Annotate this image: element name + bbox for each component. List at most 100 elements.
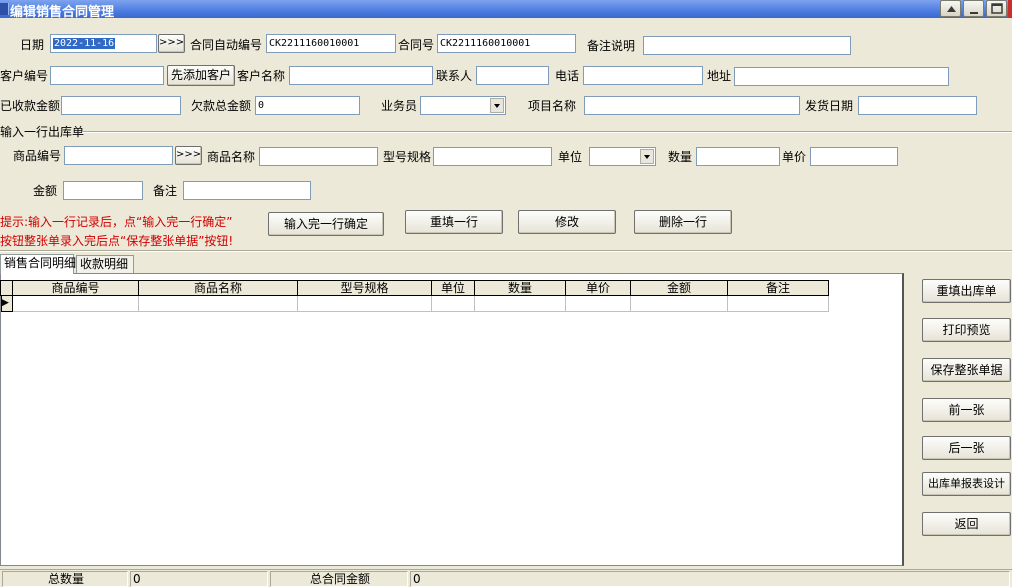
grid-corner <box>0 280 13 296</box>
price-input[interactable] <box>810 147 898 166</box>
maximize-icon <box>991 3 1003 14</box>
address-input[interactable] <box>734 67 949 86</box>
grid-header-product-name[interactable]: 商品名称 <box>139 280 298 296</box>
product-name-input[interactable] <box>259 147 378 166</box>
price-label: 单价 <box>782 150 807 164</box>
tabs-divider <box>0 250 1012 252</box>
tab-payment-detail[interactable]: 收款明细 <box>76 255 134 273</box>
line-entry-section-title: 输入一行出库单 <box>0 125 85 139</box>
close-button-edge[interactable] <box>1008 0 1012 18</box>
add-customer-button[interactable]: 先添加客户 <box>167 65 235 86</box>
save-document-button[interactable]: 保存整张单据 <box>922 358 1011 382</box>
address-label: 地址 <box>707 69 732 83</box>
owed-amount-input[interactable]: 0 <box>255 96 360 115</box>
table-row-cell-amount[interactable] <box>631 296 728 312</box>
table-row-cell-product-no[interactable] <box>13 296 139 312</box>
salesman-select[interactable] <box>420 96 506 115</box>
grid-header-product-no[interactable]: 商品编号 <box>13 280 139 296</box>
delete-row-button[interactable]: 删除一行 <box>634 210 732 234</box>
ship-date-label: 发货日期 <box>805 99 854 113</box>
return-button[interactable]: 返回 <box>922 512 1011 536</box>
contact-input[interactable] <box>476 66 549 85</box>
table-row-cell-note[interactable] <box>728 296 829 312</box>
unit-select[interactable] <box>589 147 656 166</box>
date-value: 2022-11-16 <box>53 38 116 49</box>
date-picker-button[interactable]: >>> <box>158 34 185 53</box>
contract-no-input[interactable]: CK2211160010001 <box>437 34 576 53</box>
table-row-cell-spec[interactable] <box>298 296 432 312</box>
product-no-label: 商品编号 <box>13 149 62 163</box>
amount-label: 金额 <box>33 184 58 198</box>
customer-name-label: 客户名称 <box>237 69 286 83</box>
received-amount-input[interactable] <box>61 96 181 115</box>
total-qty-label: 总数量 <box>2 571 128 587</box>
salesman-label: 业务员 <box>381 99 418 113</box>
hint-line-1: 提示:输入一行记录后，点“输入完一行确定” <box>0 215 233 229</box>
customer-no-label: 客户编号 <box>0 69 49 83</box>
minimize-button[interactable] <box>963 0 984 17</box>
total-amount-value: 0 <box>410 571 1010 587</box>
next-button[interactable]: 后一张 <box>922 436 1011 460</box>
grid-header-price[interactable]: 单价 <box>566 280 631 296</box>
refill-row-button[interactable]: 重填一行 <box>405 210 503 234</box>
grid-header-qty[interactable]: 数量 <box>475 280 566 296</box>
chevron-down-icon[interactable] <box>640 149 654 164</box>
spec-label: 型号规格 <box>383 150 432 164</box>
remark-input[interactable] <box>643 36 851 55</box>
phone-label: 电话 <box>555 69 580 83</box>
grid-header-amount[interactable]: 金额 <box>631 280 728 296</box>
received-amount-label: 已收款金额 <box>0 99 61 113</box>
hint-line-2: 按钮整张单录入完后点“保存整张单据”按钮! <box>0 234 234 248</box>
table-row-cell-qty[interactable] <box>475 296 566 312</box>
date-input[interactable]: 2022-11-16 <box>50 34 157 53</box>
title-bar <box>0 0 1012 18</box>
window-title: 编辑销售合同管理 <box>10 5 115 20</box>
chevron-down-icon[interactable] <box>490 98 504 113</box>
table-row-cell-unit[interactable] <box>432 296 475 312</box>
project-name-input[interactable] <box>584 96 800 115</box>
customer-no-input[interactable] <box>50 66 164 85</box>
detail-grid[interactable] <box>0 273 904 566</box>
grid-header-spec[interactable]: 型号规格 <box>298 280 432 296</box>
maximize-button[interactable] <box>986 0 1007 17</box>
table-row-cell-price[interactable] <box>566 296 631 312</box>
phone-input[interactable] <box>583 66 703 85</box>
note-label: 备注 <box>153 184 178 198</box>
customer-name-input[interactable] <box>289 66 433 85</box>
qty-label: 数量 <box>668 150 693 164</box>
modify-button[interactable]: 修改 <box>518 210 616 234</box>
product-picker-button[interactable]: >>> <box>175 146 202 165</box>
contract-auto-no-label: 合同自动编号 <box>190 38 263 52</box>
spec-input[interactable] <box>433 147 552 166</box>
date-label: 日期 <box>20 38 45 52</box>
report-design-button[interactable]: 出库单报表设计 <box>922 472 1011 496</box>
amount-input[interactable] <box>63 181 143 200</box>
owed-amount-label: 欠款总金额 <box>191 99 252 113</box>
grid-header-unit[interactable]: 单位 <box>432 280 475 296</box>
tab-sales-contract-detail[interactable]: 销售合同明细 <box>0 254 76 274</box>
contract-no-label: 合同号 <box>398 38 435 52</box>
grid-header-note[interactable]: 备注 <box>728 280 829 296</box>
contract-auto-no-input[interactable]: CK2211160010001 <box>266 34 396 53</box>
product-no-input[interactable] <box>64 146 173 165</box>
restore-icon <box>947 6 956 12</box>
table-row-cell-product-name[interactable] <box>139 296 298 312</box>
total-qty-value: 0 <box>130 571 268 587</box>
total-amount-label: 总合同金额 <box>270 571 408 587</box>
minimize-icon <box>970 12 978 14</box>
ship-date-input[interactable] <box>858 96 977 115</box>
print-preview-button[interactable]: 打印预览 <box>922 318 1011 342</box>
app-icon <box>0 3 9 15</box>
remark-label: 备注说明 <box>587 39 636 53</box>
previous-button[interactable]: 前一张 <box>922 398 1011 422</box>
unit-label: 单位 <box>558 150 583 164</box>
section-divider <box>82 131 1012 133</box>
project-name-label: 项目名称 <box>528 99 577 113</box>
refill-outbound-button[interactable]: 重填出库单 <box>922 279 1011 303</box>
note-input[interactable] <box>183 181 311 200</box>
restore-button[interactable] <box>940 0 961 17</box>
confirm-row-button[interactable]: 输入完一行确定 <box>268 212 384 236</box>
contact-label: 联系人 <box>436 69 473 83</box>
product-name-label: 商品名称 <box>207 150 256 164</box>
qty-input[interactable] <box>696 147 780 166</box>
